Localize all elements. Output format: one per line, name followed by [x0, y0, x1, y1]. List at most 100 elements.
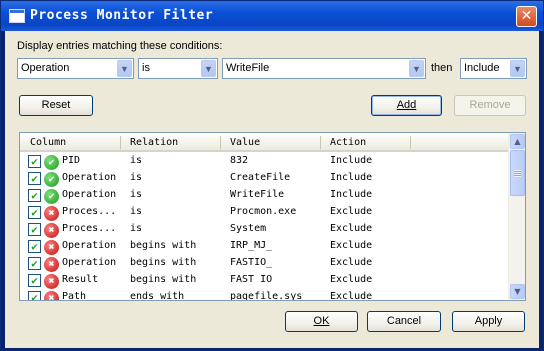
check-circle-icon: ✔	[44, 172, 59, 187]
table-row[interactable]: ✔ ✖ Path ends with pagefile.sys Exclude	[20, 288, 509, 301]
header-column[interactable]: Column	[30, 137, 66, 148]
table-row[interactable]: ✔ ✖ Result begins with FAST IO Exclude	[20, 271, 509, 289]
cancel-button-label: Cancel	[386, 315, 422, 327]
header-value[interactable]: Value	[230, 137, 260, 148]
checkbox-checked-icon[interactable]: ✔	[28, 257, 41, 270]
cell-column: Path	[62, 291, 87, 301]
x-circle-icon: ✖	[44, 240, 59, 255]
x-circle-icon: ✖	[44, 206, 59, 221]
checkbox-checked-icon[interactable]: ✔	[28, 291, 41, 300]
cell-relation: is	[130, 206, 143, 217]
header-action[interactable]: Action	[330, 137, 366, 148]
relation-select-value: is	[142, 62, 150, 74]
window-icon	[9, 9, 25, 23]
table-row[interactable]: ✔ ✔ Operation is WriteFile Include	[20, 186, 509, 204]
chevron-down-icon[interactable]: ▼	[201, 60, 216, 77]
then-label: then	[431, 62, 453, 74]
action-select[interactable]: Include ▼	[460, 58, 527, 79]
checkbox-checked-icon[interactable]: ✔	[28, 206, 41, 219]
list-header: Column Relation Value Action	[20, 133, 509, 152]
cell-action: Include	[330, 189, 373, 200]
cell-action: Exclude	[330, 274, 373, 285]
add-button-label: Add	[396, 99, 417, 111]
filter-list[interactable]: Column Relation Value Action ✔ ✔ PID is 832 I…	[19, 132, 526, 301]
cell-column: Operation	[62, 189, 117, 200]
checkbox-checked-icon[interactable]: ✔	[28, 189, 41, 202]
cell-relation: ends with	[130, 291, 185, 301]
cell-value: CreateFile	[230, 172, 291, 183]
check-circle-icon: ✔	[44, 155, 59, 170]
table-row[interactable]: ✔ ✔ PID is 832 Include	[20, 152, 509, 170]
header-relation[interactable]: Relation	[130, 137, 178, 148]
checkbox-checked-icon[interactable]: ✔	[28, 223, 41, 236]
cell-value: pagefile.sys	[230, 291, 303, 301]
window-title: Process Monitor Filter	[30, 8, 214, 23]
chevron-down-icon[interactable]: ▼	[117, 60, 132, 77]
cell-column: Proces...	[62, 206, 117, 217]
x-circle-icon: ✖	[44, 274, 59, 289]
cell-relation: is	[130, 172, 143, 183]
cell-relation: begins with	[130, 274, 197, 285]
cell-action: Include	[330, 155, 373, 166]
table-row[interactable]: ✔ ✖ Operation begins with IRP_MJ_ Exclude	[20, 237, 509, 255]
vertical-scrollbar[interactable]: ▲ ▼	[508, 133, 525, 300]
checkbox-checked-icon[interactable]: ✔	[28, 155, 41, 168]
cell-value: FAST IO	[230, 274, 273, 285]
filter-dialog: Process Monitor Filter ✕ Display entries…	[0, 0, 544, 351]
table-row[interactable]: ✔ ✖ Proces... is System Exclude	[20, 220, 509, 238]
cell-column: Operation	[62, 257, 117, 268]
checkbox-checked-icon[interactable]: ✔	[28, 172, 41, 185]
cell-action: Include	[330, 172, 373, 183]
cell-relation: is	[130, 223, 143, 234]
cell-value: IRP_MJ_	[230, 240, 273, 251]
cell-value: System	[230, 223, 267, 234]
table-row[interactable]: ✔ ✔ Operation is CreateFile Include	[20, 169, 509, 187]
cell-value: FASTIO_	[230, 257, 273, 268]
cell-value: WriteFile	[230, 189, 285, 200]
ok-button[interactable]: OK	[285, 311, 358, 332]
x-circle-icon: ✖	[44, 257, 59, 272]
cell-action: Exclude	[330, 291, 373, 301]
cell-relation: is	[130, 189, 143, 200]
action-select-value: Include	[464, 62, 500, 74]
ok-button-label: OK	[313, 315, 330, 327]
cell-column: Operation	[62, 172, 117, 183]
cell-relation: begins with	[130, 240, 197, 251]
cancel-button[interactable]: Cancel	[367, 311, 441, 332]
check-circle-icon: ✔	[44, 189, 59, 204]
add-button[interactable]: Add	[371, 95, 442, 116]
table-row[interactable]: ✔ ✖ Proces... is Procmon.exe Exclude	[20, 203, 509, 221]
apply-button[interactable]: Apply	[452, 311, 525, 332]
scroll-down-icon[interactable]: ▼	[510, 284, 525, 299]
checkbox-checked-icon[interactable]: ✔	[28, 240, 41, 253]
table-row[interactable]: ✔ ✖ Operation begins with FASTIO_ Exclude	[20, 254, 509, 272]
checkbox-checked-icon[interactable]: ✔	[28, 274, 41, 287]
reset-button[interactable]: Reset	[19, 95, 93, 116]
cell-action: Exclude	[330, 223, 373, 234]
cell-value: Procmon.exe	[230, 206, 297, 217]
column-select-value: Operation	[21, 62, 70, 74]
scroll-up-icon[interactable]: ▲	[510, 134, 525, 149]
close-button[interactable]: ✕	[516, 6, 537, 27]
scroll-thumb[interactable]	[510, 150, 525, 196]
column-select[interactable]: Operation ▼	[17, 58, 134, 79]
chevron-down-icon[interactable]: ▼	[409, 60, 424, 77]
cell-relation: is	[130, 155, 143, 166]
cell-relation: begins with	[130, 257, 197, 268]
value-combo[interactable]: WriteFile ▼	[222, 58, 426, 79]
cell-column: Operation	[62, 240, 117, 251]
cell-value: 832	[230, 155, 249, 166]
cell-action: Exclude	[330, 240, 373, 251]
cell-action: Exclude	[330, 257, 373, 268]
x-circle-icon: ✖	[44, 291, 59, 300]
title-bar[interactable]: Process Monitor Filter ✕	[1, 1, 543, 31]
dialog-body: Display entries matching these condition…	[5, 31, 539, 348]
conditions-label: Display entries matching these condition…	[17, 40, 223, 52]
value-combo-value: WriteFile	[226, 62, 270, 74]
remove-button[interactable]: Remove	[454, 95, 526, 116]
apply-button-label: Apply	[474, 315, 503, 327]
relation-select[interactable]: is ▼	[138, 58, 218, 79]
chevron-down-icon[interactable]: ▼	[510, 60, 525, 77]
cell-action: Exclude	[330, 206, 373, 217]
cell-column: Result	[62, 274, 99, 285]
